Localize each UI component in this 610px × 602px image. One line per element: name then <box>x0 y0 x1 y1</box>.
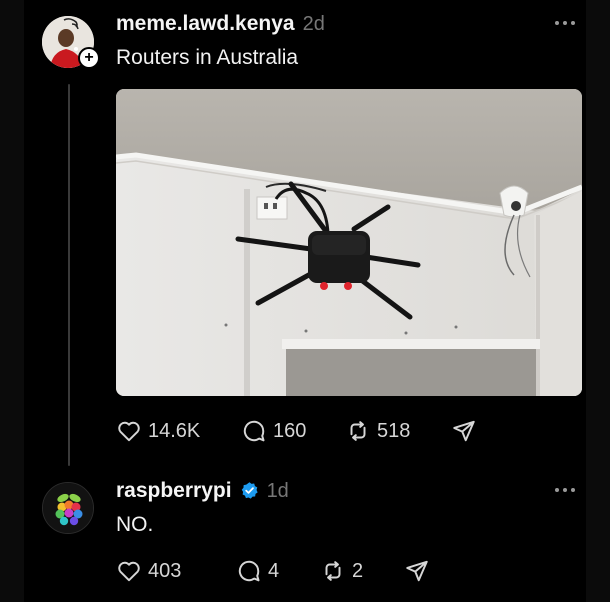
thread-line <box>68 84 70 466</box>
post-username[interactable]: meme.lawd.kenya <box>116 12 295 36</box>
post-header: meme.lawd.kenya 2d <box>116 12 325 36</box>
share-icon <box>453 420 475 442</box>
reply-repost-button[interactable]: 2 <box>320 558 404 584</box>
more-icon[interactable] <box>552 485 578 495</box>
repost-button[interactable]: 518 <box>345 418 451 444</box>
raspberry-logo-icon <box>43 483 93 533</box>
reply-count: 160 <box>273 419 307 442</box>
heart-icon <box>118 421 140 442</box>
reply-like-count: 403 <box>148 559 182 582</box>
reply-like-button[interactable]: 403 <box>116 558 236 584</box>
like-count: 14.6K <box>148 419 201 442</box>
reply-reply-count: 4 <box>268 559 280 582</box>
follow-plus-icon[interactable]: + <box>78 47 100 69</box>
comment-icon <box>238 560 260 582</box>
reply-repost-count: 2 <box>352 559 364 582</box>
reply-share-button[interactable] <box>404 558 430 584</box>
reply-text: NO. <box>116 513 154 536</box>
like-button[interactable]: 14.6K <box>116 418 241 444</box>
reply-header: raspberrypi 1d <box>116 478 289 503</box>
reply-username[interactable]: raspberrypi <box>116 479 232 503</box>
avatar-raspberrypi[interactable] <box>42 482 94 534</box>
reply-time: 1d <box>266 480 289 502</box>
post-actions: 14.6K 160 518 <box>116 418 477 444</box>
post-text: Routers in Australia <box>116 46 299 69</box>
comment-icon <box>243 420 265 442</box>
repost-count: 518 <box>377 419 411 442</box>
post-time: 2d <box>302 13 325 35</box>
post-image[interactable] <box>116 89 582 396</box>
heart-icon <box>118 561 140 582</box>
share-icon <box>406 560 428 582</box>
repost-icon <box>325 561 341 581</box>
reply-button[interactable]: 160 <box>241 418 345 444</box>
verified-icon <box>241 482 258 499</box>
share-button[interactable] <box>451 418 477 444</box>
more-icon[interactable] <box>552 18 578 28</box>
reply-reply-button[interactable]: 4 <box>236 558 320 584</box>
repost-icon <box>350 421 366 441</box>
reply-actions: 403 4 2 <box>116 558 430 584</box>
